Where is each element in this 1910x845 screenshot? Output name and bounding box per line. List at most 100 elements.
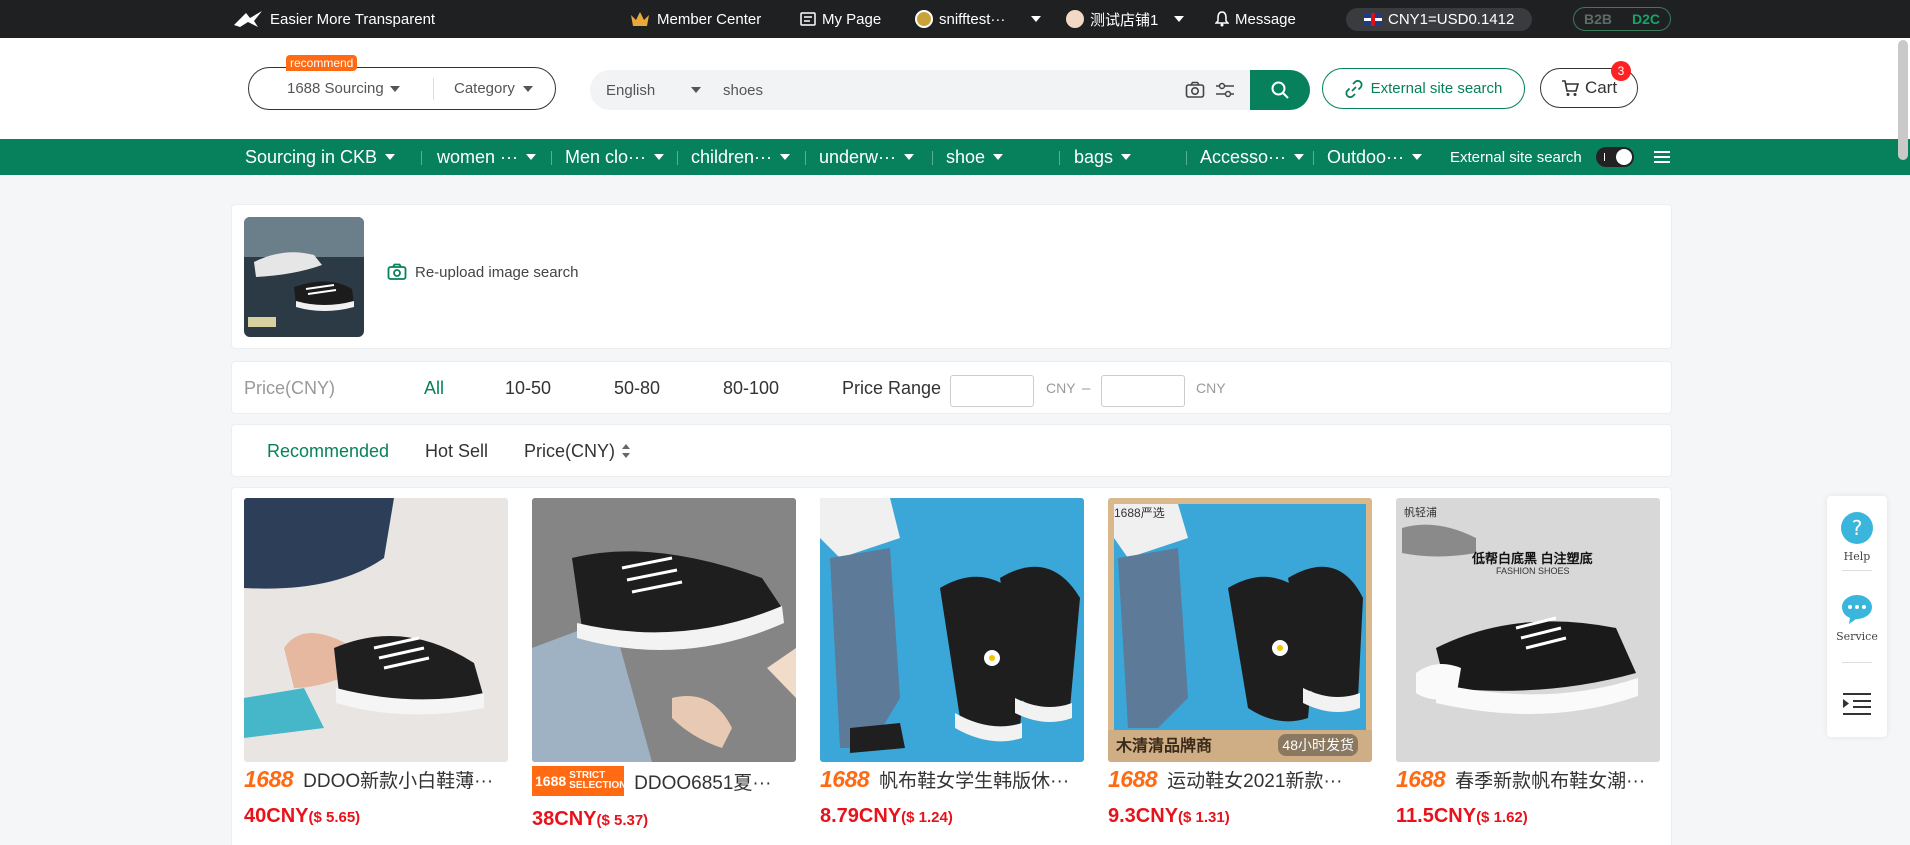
service-label: Service [1836,630,1878,643]
product-title[interactable]: DDOO6851夏··· [634,768,771,795]
product-title[interactable]: 春季新款帆布鞋女潮··· [1455,766,1645,793]
cat-label: underw··· [819,146,897,167]
sort-arrows-icon [622,444,631,458]
source-label: 1688 Sourcing [287,80,384,97]
image-caption: 低帮白底黑 白注塑底 [1472,551,1593,566]
currency-selector[interactable]: CNY1=USD0.1412 [1346,0,1533,38]
mode-b2b[interactable]: B2B [1574,11,1622,27]
product-card[interactable]: 1688 帆布鞋女学生韩版休··· 8.79CNY($ 1.24) [820,498,1084,828]
product-price-usd: ($ 1.24) [901,809,953,826]
image-tag-left: 木清清品牌商 [1116,738,1213,755]
search-image-thumbnail[interactable] [244,217,364,337]
user-menu[interactable]: snifftest··· [915,0,1042,38]
cat-underwear[interactable]: underw··· [819,139,915,175]
product-image[interactable] [820,498,1084,762]
sourcing-select[interactable]: 1688 Sourcing Category [248,67,556,110]
cart-label: Cart [1584,78,1618,97]
cat-outdoor[interactable]: Outdoo··· [1327,139,1423,175]
cat-women[interactable]: women ··· [437,139,537,175]
brand-1688-logo: 1688 [1396,766,1446,792]
collapse-button[interactable] [1827,692,1887,716]
price-option-80-100[interactable]: 80-100 [723,362,779,414]
menu-button[interactable] [1654,139,1670,175]
product-image[interactable] [532,498,796,762]
exchange-rate: CNY1=USD0.1412 [1388,10,1515,28]
cat-children[interactable]: children··· [691,139,791,175]
reupload-image-button[interactable]: Re-upload image search [387,263,578,281]
camera-icon[interactable] [1185,81,1205,99]
cart-button[interactable]: Cart 3 [1540,61,1638,108]
product-image[interactable]: 1688严选 木清清品牌商 48小时发货 [1108,498,1372,762]
product-card[interactable]: 1688严选 木清清品牌商 48小时发货 1688 运动鞋女2021新款··· … [1108,498,1372,828]
category-bar: Sourcing in CKB women ··· Men clo··· chi… [0,139,1910,175]
cat-men[interactable]: Men clo··· [565,139,665,175]
shop-name: 测试店铺1 [1090,11,1159,29]
uk-flag-icon [1364,12,1382,26]
service-button[interactable]: Service [1827,592,1887,643]
price-option-50-80[interactable]: 50-80 [614,362,660,414]
chevron-down-icon [1412,154,1423,160]
product-image[interactable] [244,498,508,762]
search-button[interactable] [1250,70,1310,110]
chevron-down-icon [993,154,1004,160]
mode-d2c[interactable]: D2C [1622,11,1670,27]
search-input[interactable]: shoes [723,70,763,110]
page-scrollbar[interactable] [1898,40,1908,160]
filter-icon[interactable] [1215,81,1235,99]
product-grid: 1688 DDOO新款小白鞋薄··· 40CNY($ 5.65) 1688 STR… [231,487,1672,845]
price-max-input[interactable] [1101,375,1185,407]
my-page-link[interactable]: My Page [800,0,881,38]
toggle-switch[interactable] [1595,147,1634,167]
cat-shoe[interactable]: shoe [946,139,1004,175]
price-option-all[interactable]: All [424,362,444,414]
site-logo[interactable]: Easier More Transparent [232,0,435,38]
recommend-badge: recommend [286,55,358,71]
price-unit-max: CNY [1196,380,1226,396]
language-select[interactable]: English [606,70,702,110]
cat-label: children··· [691,146,773,167]
sort-recommended[interactable]: Recommended [267,425,389,477]
product-card[interactable]: 1688 DDOO新款小白鞋薄··· 40CNY($ 5.65) [244,498,508,828]
help-button[interactable]: ? Help [1827,510,1887,563]
product-price-usd: ($ 1.31) [1178,809,1230,826]
product-title[interactable]: DDOO新款小白鞋薄··· [303,766,493,793]
member-center-link[interactable]: Member Center [629,0,761,38]
message-link[interactable]: Message [1215,0,1296,38]
product-image[interactable]: 帆轻浦 低帮白底黑 白注塑底 FASHION SHOES [1396,498,1660,762]
product-price: 9.3CNY($ 1.31) [1108,805,1230,827]
cat-accessories[interactable]: Accesso··· [1200,139,1305,175]
external-search-toggle[interactable]: External site search [1450,139,1634,175]
category-dropdown[interactable]: Category [434,80,533,97]
chevron-down-icon [1174,16,1185,22]
external-search-button[interactable]: External site search [1322,68,1525,109]
product-title[interactable]: 运动鞋女2021新款··· [1167,766,1342,793]
link-icon [1345,79,1363,98]
sort-price[interactable]: Price(CNY) [524,425,631,477]
cat-label: women ··· [437,146,519,167]
price-option-10-50[interactable]: 10-50 [505,362,551,414]
product-card[interactable]: 1688 STRICT SELECTION DDOO6851夏··· 38CNY(… [532,498,796,831]
cat-sourcing-ckb[interactable]: Sourcing in CKB [245,139,396,175]
user-avatar [915,10,933,28]
shop-menu[interactable]: 测试店铺1 [1066,0,1185,38]
collapse-menu-icon [1843,693,1871,715]
crown-icon [631,12,649,26]
sort-price-label: Price(CNY) [524,440,616,461]
product-price-usd: ($ 5.37) [596,812,649,829]
price-filter: Price(CNY) All 10-50 50-80 80-100 Price … [231,361,1672,414]
chevron-down-icon [654,154,665,160]
source-dropdown[interactable]: 1688 Sourcing [249,77,434,100]
product-price-usd: ($ 1.62) [1476,809,1528,826]
product-card[interactable]: 帆轻浦 低帮白底黑 白注塑底 FASHION SHOES 1688 春季新款帆布… [1396,498,1660,828]
cat-bags[interactable]: bags [1074,139,1132,175]
chevron-down-icon [904,154,915,160]
brand-1688-logo: 1688 [244,766,294,792]
product-title[interactable]: 帆布鞋女学生韩版休··· [879,766,1069,793]
search-bar: English shoes [590,70,1310,110]
my-page-label: My Page [822,10,882,28]
price-unit-min: CNY [1046,380,1076,396]
sort-hot-sell[interactable]: Hot Sell [425,425,488,477]
mode-toggle[interactable]: B2B D2C [1573,7,1671,31]
page-icon [800,12,816,26]
price-min-input[interactable] [950,375,1034,407]
